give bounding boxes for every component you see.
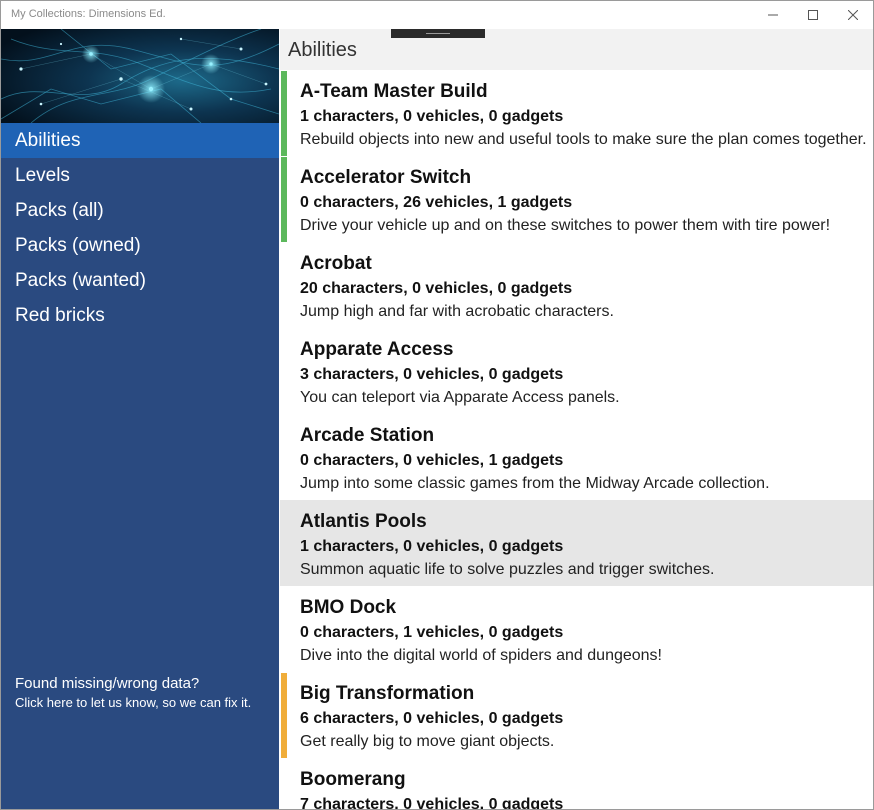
item-name: Atlantis Pools xyxy=(300,511,427,532)
item-name: Acrobat xyxy=(300,253,372,274)
list-item[interactable]: Big Transformation 6 characters, 0 vehic… xyxy=(280,672,873,758)
item-counts: 0 characters, 0 vehicles, 1 gadgets xyxy=(300,452,564,469)
item-counts: 0 characters, 26 vehicles, 1 gadgets xyxy=(300,194,573,211)
minimize-icon xyxy=(768,14,778,16)
item-name: Arcade Station xyxy=(300,425,435,446)
item-description: Drive your vehicle up and on these switc… xyxy=(300,217,831,234)
network-graphic xyxy=(1,29,279,123)
sidebar: Abilities Levels Packs (all) Packs (owne… xyxy=(1,29,279,809)
list-item[interactable]: A-Team Master Build 1 characters, 0 vehi… xyxy=(280,70,873,156)
item-name: Apparate Access xyxy=(300,339,454,360)
item-description: Dive into the digital world of spiders a… xyxy=(300,647,662,664)
item-name: Boomerang xyxy=(300,769,406,790)
item-counts: 1 characters, 0 vehicles, 0 gadgets xyxy=(300,538,564,555)
item-description: Rebuild objects into new and useful tool… xyxy=(300,131,867,148)
close-icon xyxy=(848,10,858,20)
title-bar: My Collections: Dimensions Ed. xyxy=(1,1,873,29)
owned-indicator xyxy=(281,157,287,242)
item-counts: 0 characters, 1 vehicles, 0 gadgets xyxy=(300,624,564,641)
abilities-list: A-Team Master Build 1 characters, 0 vehi… xyxy=(280,70,873,810)
item-description: Jump high and far with acrobatic charact… xyxy=(300,303,614,320)
wanted-indicator xyxy=(281,673,287,758)
hero-image xyxy=(1,29,279,123)
owned-indicator xyxy=(281,71,287,156)
item-description: Jump into some classic games from the Mi… xyxy=(300,475,770,492)
sidebar-item-packs-owned[interactable]: Packs (owned) xyxy=(1,228,279,263)
item-description: Get really big to move giant objects. xyxy=(300,733,555,750)
list-item[interactable]: Acrobat 20 characters, 0 vehicles, 0 gad… xyxy=(280,242,873,328)
feedback-subtitle: Click here to let us know, so we can fix… xyxy=(15,695,252,710)
list-item[interactable]: Boomerang 7 characters, 0 vehicles, 0 ga… xyxy=(280,758,873,810)
list-item[interactable]: Apparate Access 3 characters, 0 vehicles… xyxy=(280,328,873,414)
feedback-title: Found missing/wrong data? xyxy=(15,675,200,692)
list-item-selected[interactable]: Atlantis Pools 1 characters, 0 vehicles,… xyxy=(280,500,873,586)
item-counts: 1 characters, 0 vehicles, 0 gadgets xyxy=(300,108,564,125)
list-item[interactable]: Arcade Station 0 characters, 0 vehicles,… xyxy=(280,414,873,500)
item-counts: 7 characters, 0 vehicles, 0 gadgets xyxy=(300,796,564,810)
list-item[interactable]: BMO Dock 0 characters, 1 vehicles, 0 gad… xyxy=(280,586,873,672)
item-name: Accelerator Switch xyxy=(300,167,472,188)
window-title: My Collections: Dimensions Ed. xyxy=(11,8,166,20)
sidebar-item-red-bricks[interactable]: Red bricks xyxy=(1,298,279,333)
sidebar-nav: Abilities Levels Packs (all) Packs (owne… xyxy=(1,123,279,333)
sidebar-item-packs-wanted[interactable]: Packs (wanted) xyxy=(1,263,279,298)
list-item[interactable]: Accelerator Switch 0 characters, 26 vehi… xyxy=(280,156,873,242)
item-description: Summon aquatic life to solve puzzles and… xyxy=(300,561,715,578)
sidebar-item-abilities[interactable]: Abilities xyxy=(1,123,279,158)
main-content: Abilities A-Team Master Build 1 characte… xyxy=(280,29,873,809)
sidebar-item-levels[interactable]: Levels xyxy=(1,158,279,193)
drag-handle-grip xyxy=(426,33,450,34)
item-counts: 6 characters, 0 vehicles, 0 gadgets xyxy=(300,710,564,727)
page-title: Abilities xyxy=(288,39,357,61)
app-window: My Collections: Dimensions Ed. Abilities… xyxy=(0,0,874,810)
sidebar-item-packs-all[interactable]: Packs (all) xyxy=(1,193,279,228)
item-counts: 20 characters, 0 vehicles, 0 gadgets xyxy=(300,280,573,297)
item-counts: 3 characters, 0 vehicles, 0 gadgets xyxy=(300,366,564,383)
item-name: A-Team Master Build xyxy=(300,81,488,102)
close-button[interactable] xyxy=(833,1,873,29)
maximize-icon xyxy=(808,10,818,20)
item-description: You can teleport via Apparate Access pan… xyxy=(300,389,620,406)
item-name: BMO Dock xyxy=(300,597,397,618)
item-name: Big Transformation xyxy=(300,683,475,704)
drag-handle[interactable] xyxy=(391,29,485,38)
content-header: Abilities xyxy=(280,29,873,70)
feedback-link[interactable]: Found missing/wrong data? Click here to … xyxy=(15,675,251,710)
maximize-button[interactable] xyxy=(793,1,833,29)
minimize-button[interactable] xyxy=(753,1,793,29)
